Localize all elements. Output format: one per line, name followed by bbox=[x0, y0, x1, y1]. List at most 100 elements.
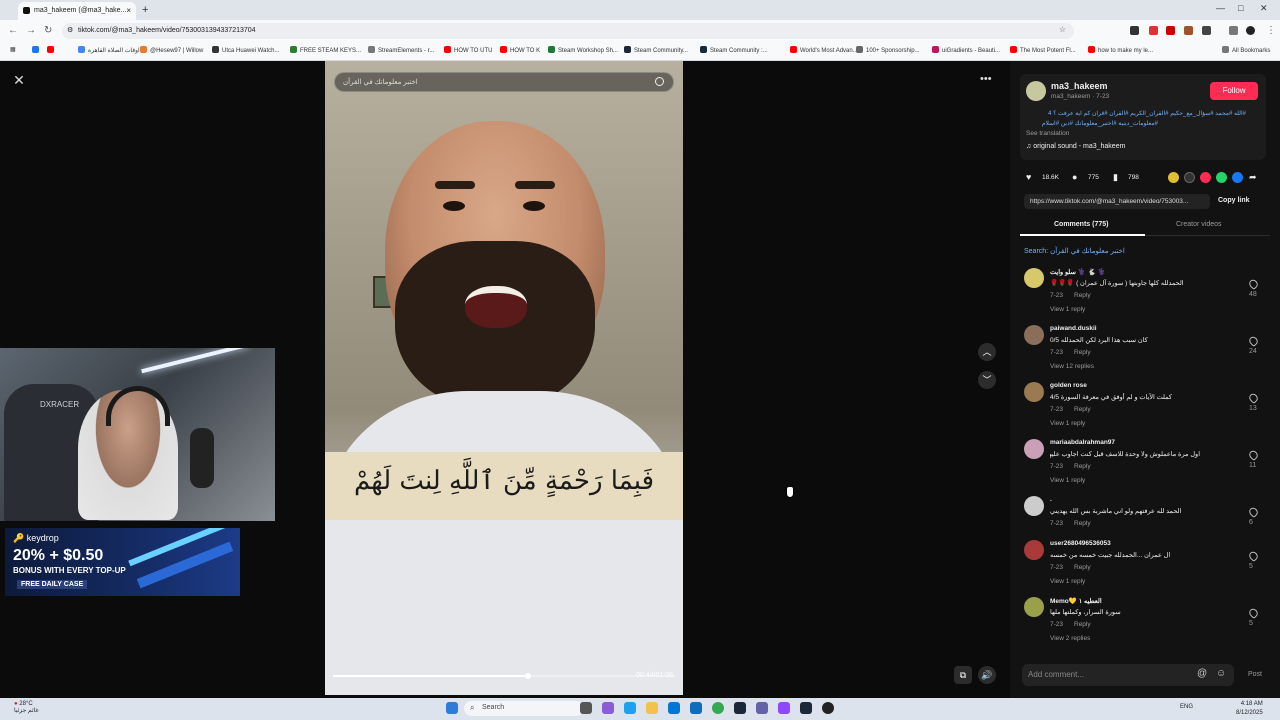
floating-player-icon[interactable]: ⧉ bbox=[954, 666, 972, 684]
bookmark-facebook-icon[interactable] bbox=[32, 46, 42, 54]
app-icon[interactable] bbox=[668, 702, 680, 714]
taskview-icon[interactable] bbox=[580, 702, 592, 714]
comment-reply-button[interactable]: Reply bbox=[1074, 406, 1091, 413]
reload-icon[interactable]: ↻ bbox=[44, 25, 52, 36]
bookmark-item[interactable]: @Hesew97 | Willow bbox=[140, 46, 203, 54]
language-indicator[interactable]: ENG bbox=[1180, 704, 1193, 710]
bookmark-item[interactable]: Steam Workshop Sh... bbox=[548, 46, 618, 54]
sidebar-icon[interactable] bbox=[1229, 26, 1238, 35]
comment-username[interactable]: paiwand.duskii bbox=[1050, 325, 1097, 332]
embed-icon[interactable] bbox=[1184, 172, 1195, 183]
emoji-icon[interactable]: ☺ bbox=[1216, 668, 1226, 679]
weather-widget[interactable]: ● 28°C غائم جزئيا bbox=[14, 701, 39, 714]
taskbar-search[interactable]: ⌕ Search bbox=[464, 701, 584, 716]
comment-username[interactable]: mariaabdalrahman97 bbox=[1050, 439, 1115, 446]
video-player[interactable] bbox=[325, 61, 683, 695]
comment-reply-button[interactable]: Reply bbox=[1074, 520, 1091, 527]
tab-creator-videos[interactable]: Creator videos bbox=[1176, 221, 1222, 228]
post-comment-button[interactable]: Post bbox=[1248, 671, 1262, 678]
view-replies-button[interactable]: View 2 replies bbox=[1050, 635, 1090, 642]
previous-video-icon[interactable]: ︿ bbox=[978, 343, 996, 361]
apps-grid-icon[interactable]: ▦ bbox=[10, 46, 16, 53]
comment-avatar[interactable] bbox=[1024, 325, 1044, 345]
view-replies-button[interactable]: View 1 reply bbox=[1050, 420, 1085, 427]
maximize-icon[interactable]: □ bbox=[1238, 3, 1243, 13]
forward-icon[interactable]: → bbox=[26, 25, 36, 36]
site-info-icon[interactable]: ⚙ bbox=[67, 26, 73, 34]
comment-reply-button[interactable]: Reply bbox=[1074, 621, 1091, 628]
bookmark-star-icon[interactable]: ☆ bbox=[1059, 25, 1066, 34]
mention-icon[interactable]: @ bbox=[1197, 668, 1207, 679]
view-replies-button[interactable]: View 1 reply bbox=[1050, 306, 1085, 313]
like-icon[interactable]: ♥ bbox=[1026, 172, 1031, 182]
extension-icon[interactable] bbox=[1166, 26, 1175, 35]
whatsapp-icon[interactable] bbox=[1216, 172, 1227, 183]
bookmark-item[interactable]: FREE STEAM KEYS... bbox=[290, 46, 361, 54]
new-tab-icon[interactable]: + bbox=[142, 4, 148, 16]
bookmark-item[interactable]: how to make my le... bbox=[1088, 46, 1153, 54]
menu-icon[interactable]: ⋮ bbox=[1266, 25, 1276, 36]
bookmark-item[interactable]: HOW TO UTU bbox=[444, 46, 492, 54]
share-arrow-icon[interactable]: ➦ bbox=[1249, 172, 1257, 183]
profile-avatar[interactable] bbox=[1246, 26, 1255, 35]
comment-avatar[interactable] bbox=[1024, 597, 1044, 617]
send-icon[interactable] bbox=[1200, 172, 1211, 183]
comment-username[interactable]: golden rose bbox=[1050, 382, 1087, 389]
video-search-input[interactable]: اختبر معلوماتك في القرآن bbox=[334, 72, 674, 92]
view-replies-button[interactable]: View 1 reply bbox=[1050, 578, 1085, 585]
video-link-field[interactable]: https://www.tiktok.com/@ma3_hakeem/video… bbox=[1024, 194, 1210, 209]
tab-comments[interactable]: Comments (775) bbox=[1054, 221, 1108, 228]
extension-icon[interactable] bbox=[1184, 26, 1193, 35]
comment-search[interactable]: Search: اختبر معلوماتك في القرآن bbox=[1024, 247, 1125, 255]
comment-username[interactable]: Memo💛 العطيه ١ bbox=[1050, 597, 1102, 605]
steam-icon[interactable] bbox=[800, 702, 812, 714]
more-options-icon[interactable]: ••• bbox=[980, 74, 996, 85]
window-close-icon[interactable]: ✕ bbox=[1260, 3, 1268, 14]
bookmark-icon[interactable]: ▮ bbox=[1113, 172, 1118, 183]
extension-icon[interactable] bbox=[1149, 26, 1158, 35]
comment-username[interactable]: . bbox=[1050, 496, 1052, 503]
comment-avatar[interactable] bbox=[1024, 268, 1044, 288]
steam-icon[interactable] bbox=[734, 702, 746, 714]
add-comment-input[interactable]: Add comment... @ ☺ bbox=[1022, 664, 1234, 686]
bookmark-item[interactable]: Steam Community... bbox=[624, 46, 688, 54]
bookmark-item[interactable]: StreamElements - r... bbox=[368, 46, 434, 54]
copy-link-button[interactable]: Copy link bbox=[1218, 197, 1250, 204]
bookmark-item[interactable]: World's Most Advan... bbox=[790, 46, 858, 54]
outlook-icon[interactable] bbox=[690, 702, 702, 714]
app-icon[interactable] bbox=[778, 702, 790, 714]
system-clock[interactable]: 4:18 AM 8/12/2025 bbox=[1236, 700, 1263, 718]
view-replies-button[interactable]: View 1 reply bbox=[1050, 477, 1085, 484]
comment-icon[interactable]: ● bbox=[1072, 172, 1077, 182]
comment-avatar[interactable] bbox=[1024, 382, 1044, 402]
coin-icon[interactable] bbox=[1168, 172, 1179, 183]
comment-avatar[interactable] bbox=[1024, 540, 1044, 560]
address-bar[interactable]: ⚙ tiktok.com/@ma3_hakeem/video/753003139… bbox=[62, 23, 1074, 39]
view-replies-button[interactable]: View 12 replies bbox=[1050, 363, 1094, 370]
comment-reply-button[interactable]: Reply bbox=[1074, 292, 1091, 299]
facebook-icon[interactable] bbox=[1232, 172, 1243, 183]
browser-tab[interactable]: ma3_hakeem (@ma3_hake... × bbox=[18, 2, 136, 20]
bookmark-youtube-icon[interactable] bbox=[47, 46, 57, 54]
bookmark-item[interactable]: اوقات الصلاة القاهرة bbox=[78, 46, 140, 54]
video-progress-bar[interactable] bbox=[333, 673, 675, 679]
minimize-icon[interactable]: — bbox=[1216, 3, 1225, 13]
bookmark-item[interactable]: Utca Huawei Watch... bbox=[212, 46, 279, 54]
original-sound[interactable]: ♫ original sound - ma3_hakeem bbox=[1026, 143, 1125, 150]
bookmark-item[interactable]: 100+ Sponsorship... bbox=[856, 46, 920, 54]
comment-avatar[interactable] bbox=[1024, 439, 1044, 459]
volume-icon[interactable]: 🔊 bbox=[978, 666, 996, 684]
extension-icon[interactable] bbox=[1130, 26, 1139, 35]
comment-reply-button[interactable]: Reply bbox=[1074, 463, 1091, 470]
app-icon[interactable] bbox=[602, 702, 614, 714]
back-icon[interactable]: ← bbox=[8, 25, 18, 36]
comment-reply-button[interactable]: Reply bbox=[1074, 349, 1091, 356]
teams-icon[interactable] bbox=[756, 702, 768, 714]
edge-icon[interactable] bbox=[624, 702, 636, 714]
comment-avatar[interactable] bbox=[1024, 496, 1044, 516]
obs-icon[interactable] bbox=[822, 702, 834, 714]
file-explorer-icon[interactable] bbox=[646, 702, 658, 714]
creator-avatar[interactable] bbox=[1026, 81, 1046, 101]
bookmark-item[interactable]: HOW TO K bbox=[500, 46, 540, 54]
comment-username[interactable]: سلو وايت ⚕️ 🐇 ⚕️ bbox=[1050, 268, 1106, 276]
